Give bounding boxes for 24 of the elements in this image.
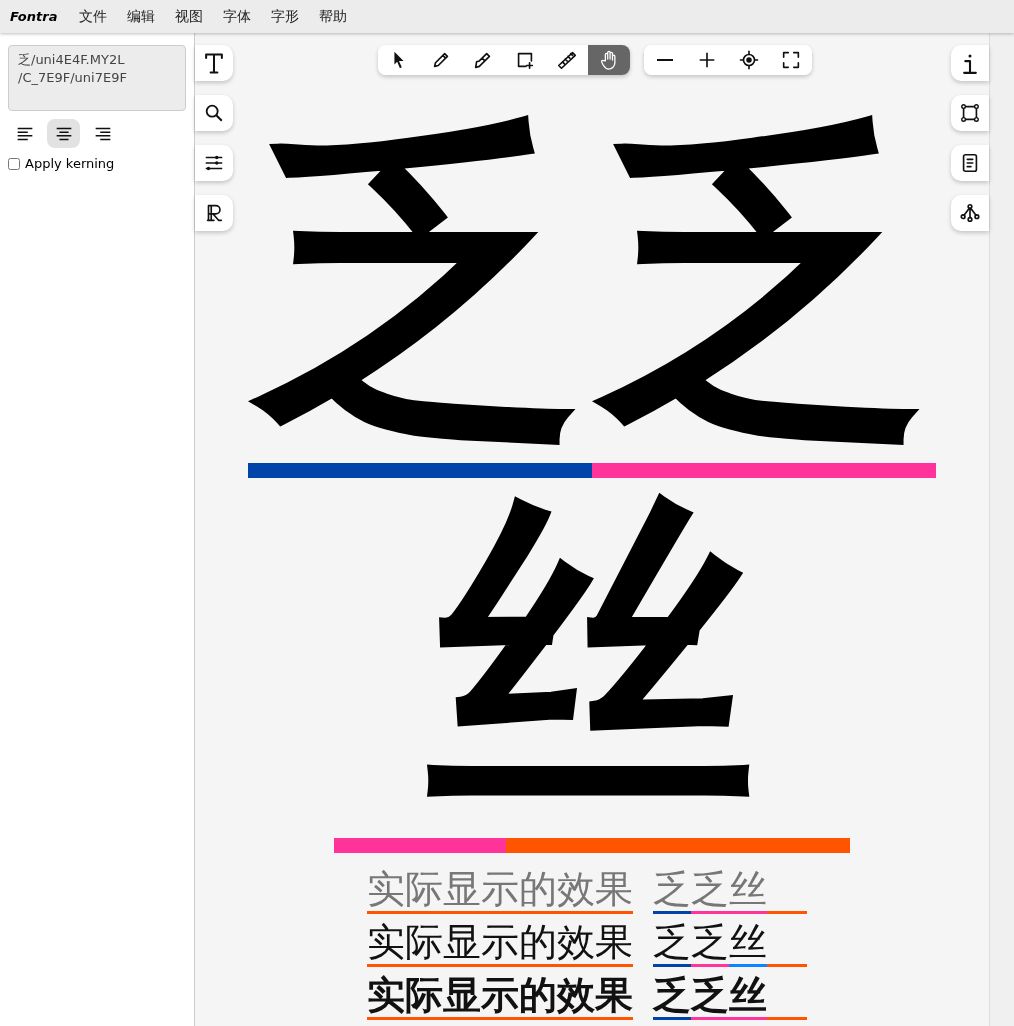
- glyph[interactable]: 乏: [248, 103, 592, 463]
- sample-glyph: 乏: [691, 867, 729, 911]
- sample-glyph: 丝: [729, 973, 767, 1017]
- app-logo: Fontra: [10, 9, 58, 24]
- menu-item[interactable]: 编辑: [119, 3, 164, 30]
- menu-item[interactable]: 字体: [215, 3, 260, 30]
- menu-item[interactable]: 字形: [263, 3, 308, 30]
- glyph[interactable]: 乏: [592, 103, 936, 463]
- sample-glyph: 丝: [729, 867, 767, 911]
- sample-text: 实际显示的效果: [367, 920, 633, 964]
- glyph-text-field[interactable]: 乏/uni4E4F.MY2L /C_7E9F/uni7E9F: [8, 45, 186, 111]
- sample-glyph: 丝: [729, 920, 767, 964]
- sample-glyph: 乏: [691, 920, 729, 964]
- sample-glyph: 乏: [653, 867, 691, 911]
- sample-glyph: 乏: [653, 920, 691, 964]
- menu-item[interactable]: 文件: [71, 3, 116, 30]
- glyph[interactable]: 丝: [334, 478, 850, 838]
- kerning-label: Apply kerning: [25, 156, 115, 171]
- sample-glyph: 乏: [653, 973, 691, 1017]
- sample-glyph: 乏: [691, 973, 729, 1017]
- menu-item[interactable]: 帮助: [311, 3, 356, 30]
- sample-text: 实际显示的效果: [367, 973, 633, 1017]
- menu-item[interactable]: 视图: [167, 3, 212, 30]
- sample-text: 实际显示的效果: [367, 867, 633, 911]
